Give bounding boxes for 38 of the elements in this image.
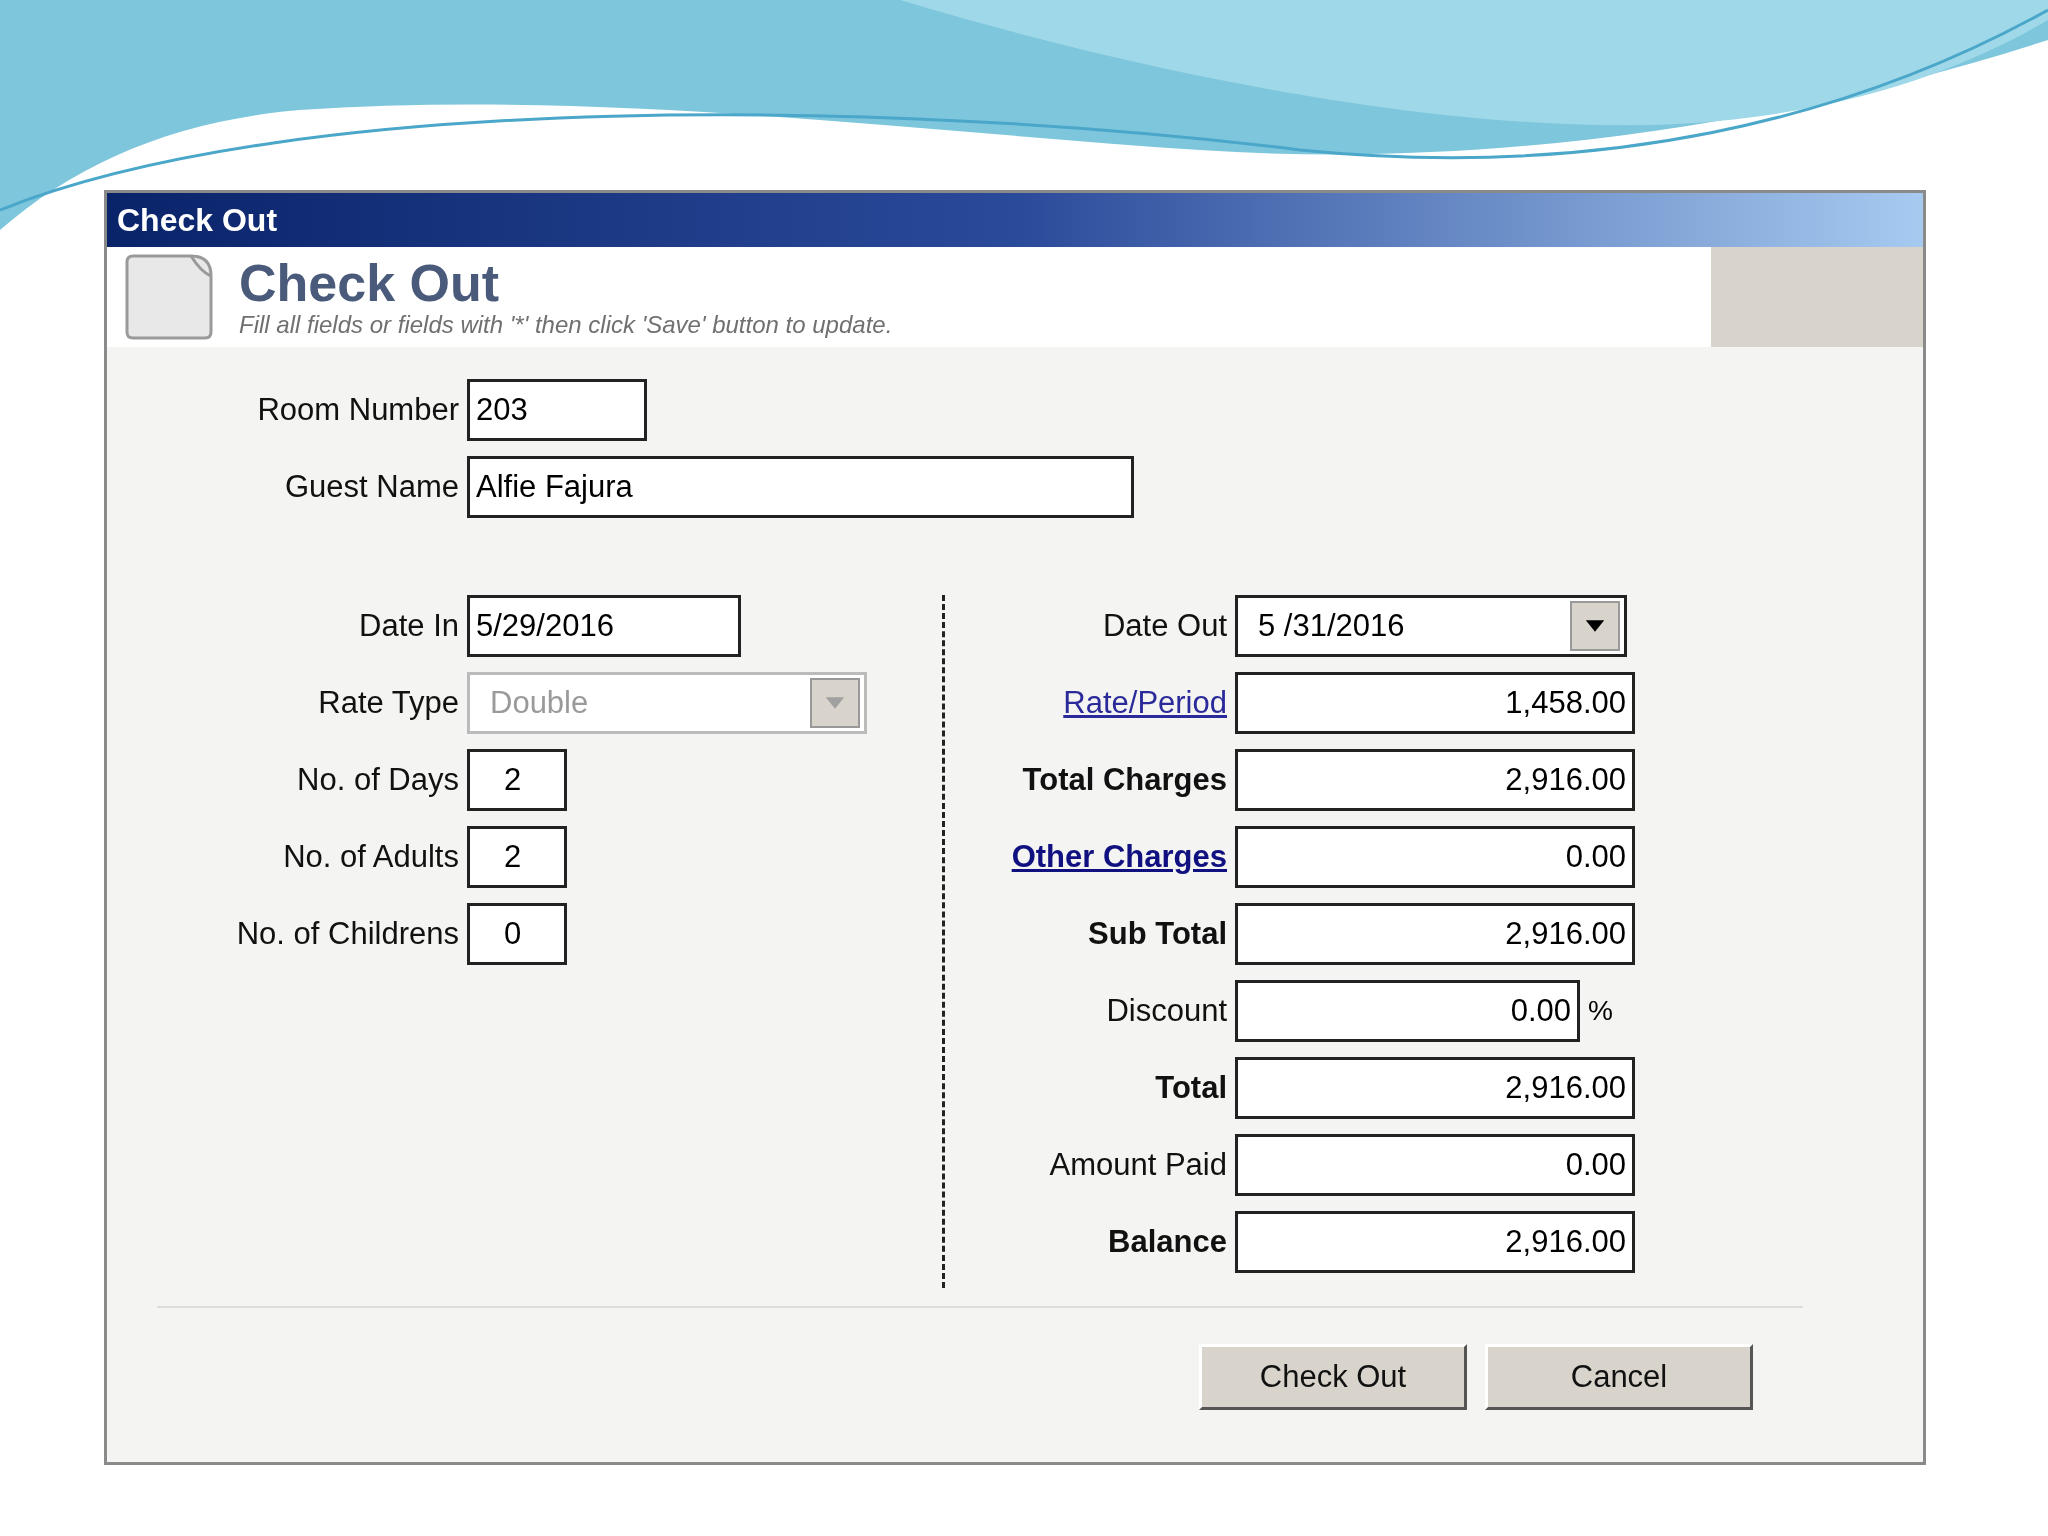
amount-field[interactable]: 2,916.00 [1235, 1057, 1635, 1119]
amount-field[interactable]: 0.00 [1235, 826, 1635, 888]
window-title: Check Out [107, 193, 1923, 247]
field-label: Date In [358, 608, 459, 644]
text-field[interactable]: Alfie Fajura [467, 456, 1134, 518]
field-label: No. of Days [296, 762, 459, 798]
text-field[interactable]: 5/29/2016 [467, 595, 741, 657]
field-label: Date Out [1101, 608, 1227, 644]
field-label: Amount Paid [1048, 1147, 1227, 1183]
amount-field[interactable]: 2,916.00 [1235, 749, 1635, 811]
amount-field[interactable]: 2,916.00 [1235, 1211, 1635, 1273]
field-link[interactable]: Other Charges [953, 839, 1227, 875]
field-label: Total Charges [1021, 762, 1227, 798]
text-field[interactable]: 203 [467, 379, 647, 441]
field-label: No. of Childrens [235, 916, 459, 952]
field-link[interactable]: Rate/Period [953, 685, 1227, 721]
dialog-button[interactable]: Cancel [1485, 1344, 1753, 1410]
text-field[interactable]: 2 [467, 749, 567, 811]
amount-field[interactable]: 2,916.00 [1235, 903, 1635, 965]
dropdown-field[interactable]: 5 /31/2016 [1235, 595, 1627, 657]
field-label: Room Number [256, 392, 459, 428]
form-title: Check Out [239, 255, 501, 311]
field-label: Total [1154, 1070, 1227, 1106]
field-label: Guest Name [284, 469, 459, 505]
field-label: Rate Type [317, 685, 459, 721]
dropdown-arrow-icon[interactable] [1570, 601, 1620, 651]
form-subtitle: Fill all fields or fields with '*' then click 'Save' button to update. [239, 311, 894, 339]
field-label: Sub Total [1087, 916, 1227, 952]
field-label: Discount [1105, 993, 1227, 1029]
text-field[interactable]: 2 [467, 826, 567, 888]
field-label: No. of Adults [282, 839, 459, 875]
amount-field[interactable]: 0.00 [1235, 1134, 1635, 1196]
text-field[interactable]: 0 [467, 903, 567, 965]
dialog-button[interactable]: Check Out [1199, 1344, 1467, 1410]
amount-field[interactable]: 0.00 [1235, 980, 1580, 1042]
amount-field[interactable]: 1,458.00 [1235, 672, 1635, 734]
field-label: Balance [1107, 1224, 1227, 1260]
percent-sign: % [1588, 995, 1613, 1027]
